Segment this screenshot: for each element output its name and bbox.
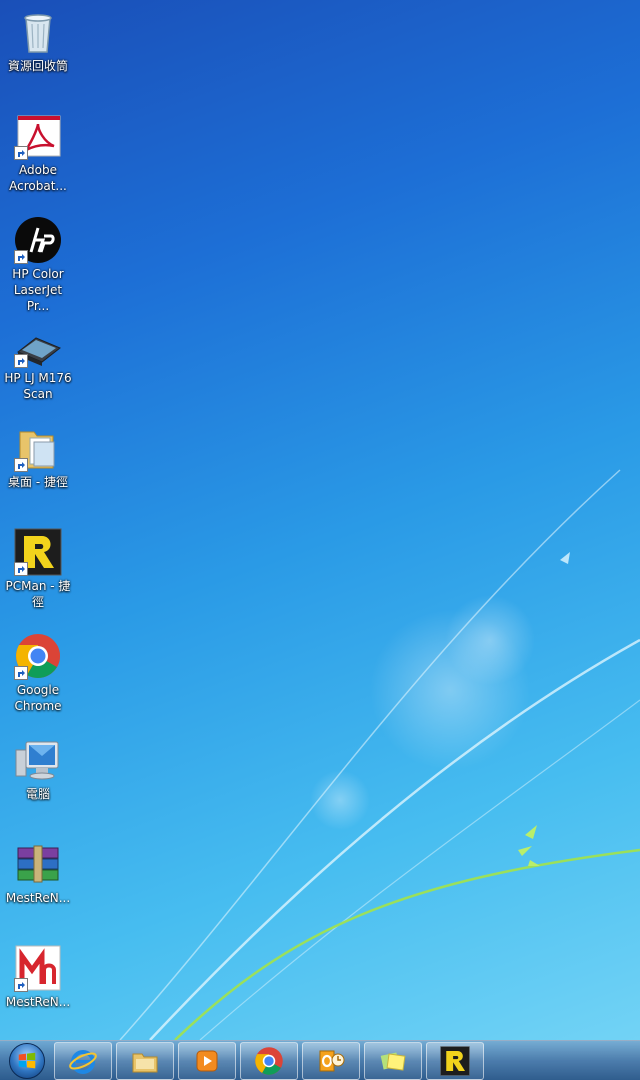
desktop-icon-pcman[interactable]: PCMan - 捷徑 bbox=[2, 524, 74, 624]
desktop-wallpaper bbox=[119, 469, 640, 1040]
pcman-icon bbox=[440, 1045, 470, 1076]
internet-explorer-icon bbox=[69, 1049, 97, 1074]
desktop-icon-label: HP LJ M176 Scan bbox=[4, 371, 72, 401]
desktop-icon-hp-laserjet[interactable]: HP Color LaserJet Pr... bbox=[2, 212, 74, 313]
desktop-icon-mestrenova-archive[interactable]: MestReN... bbox=[2, 836, 74, 936]
desktop-icon-mestrenova[interactable]: MestReN... bbox=[2, 940, 74, 1040]
windows-start-orb-icon bbox=[9, 1042, 45, 1079]
taskbar bbox=[0, 1040, 640, 1080]
taskbar-button-pcman[interactable] bbox=[426, 1041, 484, 1080]
adobe-acrobat-icon bbox=[14, 112, 62, 160]
shortcut-arrow-icon bbox=[14, 146, 28, 160]
taskbar-button-chrome[interactable] bbox=[240, 1041, 298, 1080]
folder-icon bbox=[14, 424, 62, 472]
shortcut-arrow-icon bbox=[14, 458, 28, 472]
desktop-icon-label: Google Chrome bbox=[14, 683, 62, 713]
chrome-icon bbox=[14, 632, 62, 680]
desktop-icon-label: 桌面 - 捷徑 bbox=[8, 475, 68, 489]
shortcut-arrow-icon bbox=[14, 354, 28, 368]
desktop-icon-label: 資源回收筒 bbox=[7, 59, 68, 73]
mestrenova-icon bbox=[14, 944, 62, 992]
shortcut-arrow-icon bbox=[14, 978, 28, 992]
scanner-icon bbox=[14, 320, 62, 368]
file-explorer-icon bbox=[132, 1053, 158, 1072]
chrome-icon bbox=[255, 1046, 283, 1075]
taskbar-button-file-explorer[interactable] bbox=[116, 1041, 174, 1080]
shortcut-arrow-icon bbox=[14, 666, 28, 680]
hp-logo-icon bbox=[14, 216, 62, 264]
outlook-icon bbox=[319, 1050, 345, 1071]
shortcut-arrow-icon bbox=[14, 562, 28, 576]
desktop-icon-label: PCMan - 捷徑 bbox=[5, 579, 71, 609]
pcman-icon bbox=[14, 528, 62, 576]
desktop-icon-label: MestReN... bbox=[5, 995, 71, 1009]
recycle-bin-icon bbox=[14, 8, 62, 56]
computer-icon bbox=[14, 736, 62, 784]
sticky-notes-icon bbox=[380, 1051, 406, 1071]
desktop-icon-adobe-acrobat[interactable]: Adobe Acrobat... bbox=[2, 108, 74, 208]
desktop-icon-label: Adobe Acrobat... bbox=[9, 163, 67, 193]
desktop-icon-computer[interactable]: 電腦 bbox=[2, 732, 74, 832]
taskbar-button-sticky-notes[interactable] bbox=[364, 1041, 422, 1080]
media-player-icon bbox=[196, 1050, 218, 1071]
taskbar-button-media-player[interactable] bbox=[178, 1041, 236, 1080]
desktop-icon-recycle-bin[interactable]: 資源回收筒 bbox=[2, 4, 74, 104]
desktop-icon-google-chrome[interactable]: Google Chrome bbox=[2, 628, 74, 728]
desktop-icon-desktop-shortcut[interactable]: 桌面 - 捷徑 bbox=[2, 420, 74, 520]
shortcut-arrow-icon bbox=[14, 250, 28, 264]
taskbar-button-internet-explorer[interactable] bbox=[54, 1041, 112, 1080]
winrar-icon bbox=[14, 840, 62, 888]
desktop-icon-label: 電腦 bbox=[25, 787, 50, 801]
desktop-icon-label: HP Color LaserJet Pr... bbox=[12, 267, 64, 313]
start-button[interactable] bbox=[0, 1041, 54, 1080]
desktop-icon-hp-scan[interactable]: HP LJ M176 Scan bbox=[2, 316, 74, 416]
taskbar-button-outlook[interactable] bbox=[302, 1041, 360, 1080]
desktop-icon-label: MestReN... bbox=[5, 891, 71, 905]
